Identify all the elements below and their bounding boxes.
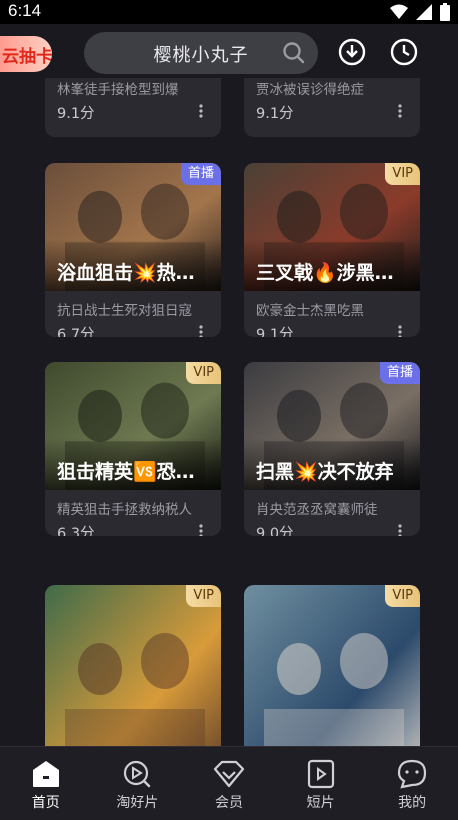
download-icon[interactable] xyxy=(338,38,366,66)
more-options-icon[interactable] xyxy=(199,524,203,536)
more-options-icon[interactable] xyxy=(398,524,402,536)
tab-label: 淘好片 xyxy=(116,795,159,811)
status-time: 6:14 xyxy=(8,1,42,20)
vip-diamond-icon xyxy=(213,760,245,788)
card-score: 6.3分 xyxy=(57,526,95,536)
tab-label: 我的 xyxy=(398,795,427,811)
profile-chat-icon xyxy=(398,759,427,789)
card-score: 9.1分 xyxy=(256,106,294,122)
wifi-icon xyxy=(390,4,408,19)
poster-image: VIP xyxy=(244,585,420,746)
history-clock-icon[interactable] xyxy=(390,38,418,66)
tab-profile[interactable]: 我的 xyxy=(366,747,458,820)
search-bar[interactable]: 樱桃小丸子 xyxy=(84,32,318,74)
tab-shorts[interactable]: 短片 xyxy=(275,747,367,820)
status-bar: 6:14 xyxy=(0,0,458,24)
signal-icon xyxy=(416,4,432,20)
video-card[interactable]: 扫黑💥决不放弃 首播肖央范丞丞窝囊师徒 9.0分 xyxy=(244,362,420,536)
tab-label: 会员 xyxy=(214,795,243,811)
more-options-icon[interactable] xyxy=(398,104,402,118)
video-card[interactable]: VIP xyxy=(45,585,221,746)
promo-badge-label: 云抽卡 xyxy=(2,47,52,67)
tab-vip[interactable]: 会员 xyxy=(183,747,275,820)
video-card[interactable]: 浴血狙击💥热血开战 首播抗日战士生死对狙日寇 6.7分 xyxy=(45,163,221,337)
bottom-tab-bar: 首页 淘好片 会员 短片 我的 xyxy=(0,746,458,820)
card-meta: 抗日战士生死对狙日寇 6.7分 xyxy=(57,299,209,337)
vip-badge: VIP xyxy=(186,585,221,607)
short-video-icon xyxy=(307,759,334,789)
vip-badge: VIP xyxy=(186,362,221,384)
card-score: 9.1分 xyxy=(57,106,95,122)
poster-image: 浴血狙击💥热血开战 首播 xyxy=(45,163,221,291)
vip-badge: VIP xyxy=(385,585,420,607)
video-card[interactable]: 林峯徒手接枪型到爆 9.1分 xyxy=(45,78,221,137)
card-title: 狙击精英🆚恐怖分子 xyxy=(57,461,211,483)
poster-image: 扫黑💥决不放弃 首播 xyxy=(244,362,420,490)
poster-image: 三叉戟🔥涉黑风暴 VIP xyxy=(244,163,420,291)
more-options-icon[interactable] xyxy=(199,104,203,118)
vip-badge: VIP xyxy=(385,163,420,185)
card-desc: 肖央范丞丞窝囊师徒 xyxy=(256,502,378,518)
poster-image: 狙击精英🆚恐怖分子 VIP xyxy=(45,362,221,490)
card-meta: 欧豪金士杰黑吃黑 9.1分 xyxy=(256,299,408,337)
card-desc: 欧豪金士杰黑吃黑 xyxy=(256,303,364,319)
video-card[interactable]: 三叉戟🔥涉黑风暴 VIP 欧豪金士杰黑吃黑 9.1分 xyxy=(244,163,420,337)
card-score: 9.0分 xyxy=(256,526,294,536)
premiere-badge: 首播 xyxy=(379,362,420,384)
tab-discover[interactable]: 淘好片 xyxy=(92,747,184,820)
tab-label: 短片 xyxy=(306,795,335,811)
search-icon[interactable] xyxy=(282,41,306,65)
top-header: 云抽卡 樱桃小丸子 xyxy=(0,24,458,78)
video-card[interactable]: 狙击精英🆚恐怖分子 VIP 精英狙击手拯救纳税人 6.3分 xyxy=(45,362,221,536)
card-desc: 林峯徒手接枪型到爆 xyxy=(57,82,179,98)
card-meta: 肖央范丞丞窝囊师徒 9.0分 xyxy=(256,498,408,536)
tab-home[interactable]: 首页 xyxy=(0,747,92,820)
premiere-badge: 首播 xyxy=(180,163,221,185)
system-icons xyxy=(390,3,450,21)
video-feed[interactable]: 林峯徒手接枪型到爆 9.1分 贾冰被误诊得绝症 9.1分 浴血狙击💥热血开战首播… xyxy=(0,78,458,746)
card-meta: 精英狙击手拯救纳税人 6.3分 xyxy=(57,498,209,536)
more-options-icon[interactable] xyxy=(398,325,402,337)
card-meta: 贾冰被误诊得绝症 9.1分 xyxy=(256,78,408,122)
card-desc: 贾冰被误诊得绝症 xyxy=(256,82,364,98)
poster-image: VIP xyxy=(45,585,221,746)
card-desc: 精英狙击手拯救纳税人 xyxy=(57,502,192,518)
card-title: 浴血狙击💥热血开战 xyxy=(57,262,211,284)
home-icon xyxy=(32,761,59,787)
tab-label: 首页 xyxy=(31,795,60,811)
card-title: 扫黑💥决不放弃 xyxy=(256,461,394,483)
card-desc: 抗日战士生死对狙日寇 xyxy=(57,303,192,319)
card-score: 9.1分 xyxy=(256,327,294,337)
battery-icon xyxy=(440,3,450,21)
card-meta: 林峯徒手接枪型到爆 9.1分 xyxy=(57,78,209,122)
card-title: 三叉戟🔥涉黑风暴 xyxy=(256,262,410,284)
video-card[interactable]: VIP xyxy=(244,585,420,746)
more-options-icon[interactable] xyxy=(199,325,203,337)
video-card[interactable]: 贾冰被误诊得绝症 9.1分 xyxy=(244,78,420,137)
promo-badge[interactable]: 云抽卡 xyxy=(0,36,52,72)
card-score: 6.7分 xyxy=(57,327,95,337)
discover-play-icon xyxy=(124,760,151,788)
